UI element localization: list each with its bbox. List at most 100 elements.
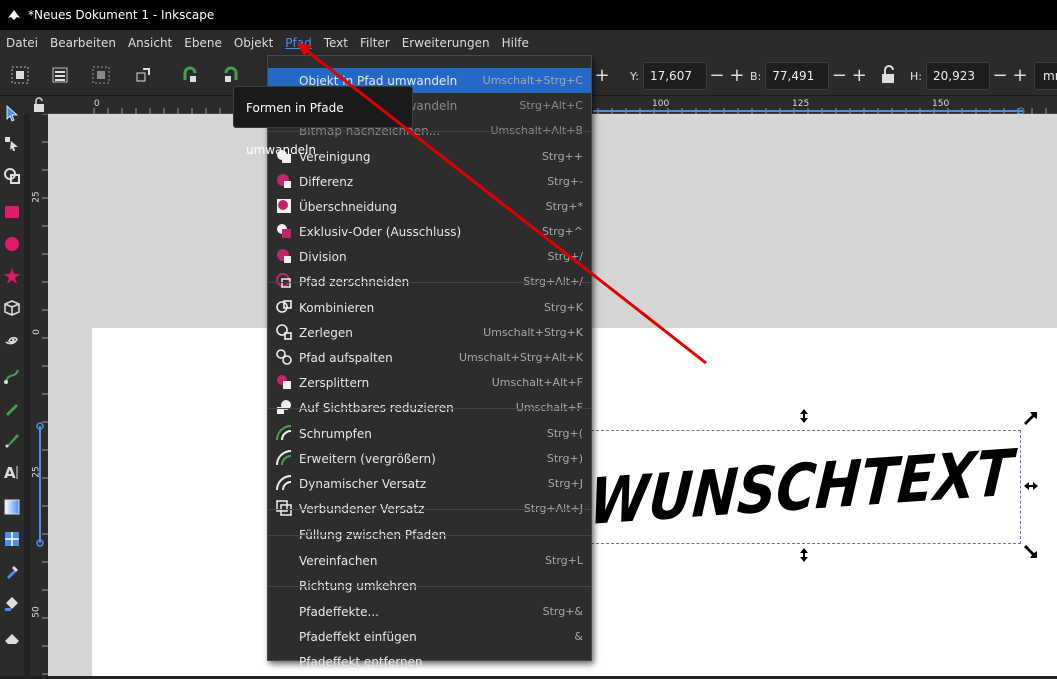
menu-item-pfadeffekte[interactable]: Pfadeffekte... Strg+& [268, 599, 591, 624]
bezier-tool-icon[interactable] [3, 367, 21, 385]
menu-separator [268, 509, 591, 510]
b-label: B: [750, 69, 762, 83]
h-label: H: [910, 69, 922, 83]
guide-lock-icon[interactable] [24, 96, 48, 114]
y-minus-button[interactable]: − [707, 63, 727, 89]
auf-sichtbares-reduzieren-icon [277, 400, 291, 414]
gradient-tool-icon[interactable] [3, 498, 21, 516]
mesh-tool-icon[interactable] [3, 530, 21, 548]
scale-handle-right-icon[interactable] [1024, 479, 1038, 493]
menu-item-schrumpfen[interactable]: Schrumpfen Strg+( [268, 421, 591, 446]
ruler-top-label-150: 150 [932, 99, 950, 109]
unit-select[interactable]: mm [1034, 62, 1057, 90]
x-field-stepper: + [592, 62, 612, 90]
kombinieren-icon [276, 300, 292, 313]
lock-ratio-icon[interactable] [878, 65, 898, 85]
menu-objekt[interactable]: Objekt [228, 30, 279, 56]
y-label: Y: [630, 69, 639, 83]
paint-bucket-icon[interactable] [3, 594, 21, 612]
pfad-zerschneiden-icon [276, 273, 291, 288]
spiral-tool-icon[interactable] [3, 331, 21, 349]
eraser-tool-icon[interactable] [3, 629, 21, 647]
menu-item-shortcut: Umschalt+Strg+K [483, 326, 583, 339]
deselect-icon[interactable] [91, 65, 111, 85]
unit-value[interactable]: mm [1034, 62, 1057, 90]
menu-text[interactable]: Text [318, 30, 354, 56]
menu-pfad[interactable]: Pfad [279, 30, 317, 56]
menu-datei[interactable]: Datei [0, 30, 44, 56]
ruler-top-label-0: 0 [94, 99, 100, 109]
erweitern-icon [276, 450, 292, 466]
scale-handle-top-icon[interactable] [797, 409, 811, 423]
pencil-tool-icon[interactable] [3, 399, 21, 417]
rectangle-tool-icon[interactable] [3, 203, 21, 221]
shape-builder-icon[interactable] [3, 167, 21, 185]
select-all-icon[interactable] [10, 65, 30, 85]
menu-item-vereinigung[interactable]: Vereinigung Strg++ [268, 144, 591, 169]
scale-handle-bottom-right-icon[interactable] [1023, 544, 1037, 558]
menu-hilfe[interactable]: Hilfe [496, 30, 535, 56]
menu-item-kombinieren[interactable]: Kombinieren Strg+K [268, 295, 591, 320]
scale-handle-bottom-icon[interactable] [797, 548, 811, 562]
ruler-top-label-100: 100 [652, 99, 670, 109]
menu-item-label: Dynamischer Versatz [299, 476, 427, 491]
3d-box-tool-icon[interactable] [3, 299, 21, 317]
b-input[interactable]: 77,491 [765, 62, 830, 90]
menu-item-zersplittern[interactable]: Zersplittern Umschalt+Alt+F [268, 370, 591, 395]
menu-item-division[interactable]: Division Strg+/ [268, 244, 591, 269]
menu-erweiterungen[interactable]: Erweiterungen [396, 30, 496, 56]
zerlegen-icon [276, 324, 292, 340]
menu-item-differenz[interactable]: Differenz Strg+- [268, 169, 591, 194]
menu-item-shortcut: Strg+- [547, 175, 583, 188]
y-input[interactable]: 17,607 [642, 62, 707, 90]
menu-ansicht[interactable]: Ansicht [122, 30, 178, 56]
rotate-icon[interactable] [133, 65, 153, 85]
menu-item-dynamischer-versatz[interactable]: Dynamischer Versatz Strg+J [268, 471, 591, 496]
inkscape-logo-icon [8, 10, 20, 20]
menu-item-label: Erweitern (vergrößern) [299, 451, 436, 466]
select-all-layers-icon[interactable] [50, 65, 70, 85]
rotate-cw-icon[interactable] [221, 65, 241, 85]
menu-item-ueberschneidung[interactable]: Überschneidung Strg+* [268, 194, 591, 219]
menu-item-exklusiv-oder[interactable]: Exklusiv-Oder (Ausschluss) Strg+^ [268, 219, 591, 244]
menu-item-shortcut: Strg+J [547, 477, 583, 490]
menu-item-shortcut: Strg++ [541, 150, 583, 163]
star-tool-icon[interactable] [3, 267, 21, 285]
rotate-ccw-icon[interactable] [180, 65, 200, 85]
scale-handle-top-right-icon[interactable] [1023, 412, 1037, 426]
menu-item-label: Schrumpfen [299, 426, 372, 441]
menu-filter[interactable]: Filter [354, 30, 396, 56]
zersplittern-icon [277, 375, 291, 389]
selector-tool-icon[interactable] [3, 104, 21, 122]
ruler-top-label-125: 125 [792, 99, 810, 109]
menu-item-shortcut: Umschalt+Alt+F [491, 376, 583, 389]
menu-item-pfadeffekt-entfernen[interactable]: Pfadeffekt entfernen [268, 649, 591, 674]
ruler-left-label-50: 50 [31, 606, 42, 618]
menu-ebene[interactable]: Ebene [178, 30, 228, 56]
calligraphy-tool-icon[interactable] [3, 431, 21, 449]
vertical-ruler[interactable]: 25 0 25 50 [30, 113, 48, 676]
dropper-tool-icon[interactable] [3, 562, 21, 580]
menu-item-erweitern[interactable]: Erweitern (vergrößern) Strg+) [268, 446, 591, 471]
b-plus-button[interactable]: + [849, 63, 869, 89]
x-plus-button[interactable]: + [592, 63, 612, 89]
menu-item-vereinfachen[interactable]: Vereinfachen Strg+L [268, 548, 591, 573]
menu-item-shortcut: Strg+* [545, 200, 583, 213]
menu-item-pfad-aufspalten[interactable]: Pfad aufspalten Umschalt+Strg+Alt+K [268, 345, 591, 370]
menu-item-shortcut: Strg+/ [547, 250, 583, 263]
menu-item-label: Überschneidung [299, 199, 397, 214]
menu-bearbeiten[interactable]: Bearbeiten [44, 30, 122, 56]
menu-item-pfadeffekt-einfuegen[interactable]: Pfadeffekt einfügen & [268, 624, 591, 649]
window-title: *Neues Dokument 1 - Inkscape [28, 8, 215, 22]
node-tool-icon[interactable] [3, 135, 21, 153]
b-minus-button[interactable]: − [829, 63, 849, 89]
h-input[interactable]: 20,923 [925, 62, 990, 90]
text-tool-icon[interactable]: A [3, 463, 21, 481]
h-plus-button[interactable]: + [1010, 63, 1030, 89]
ellipse-tool-icon[interactable] [3, 235, 21, 253]
menu-item-shortcut: Strg+& [542, 605, 583, 618]
menu-separator [268, 131, 591, 132]
menu-item-zerlegen[interactable]: Zerlegen Umschalt+Strg+K [268, 320, 591, 345]
y-plus-button[interactable]: + [727, 63, 747, 89]
h-minus-button[interactable]: − [990, 63, 1010, 89]
